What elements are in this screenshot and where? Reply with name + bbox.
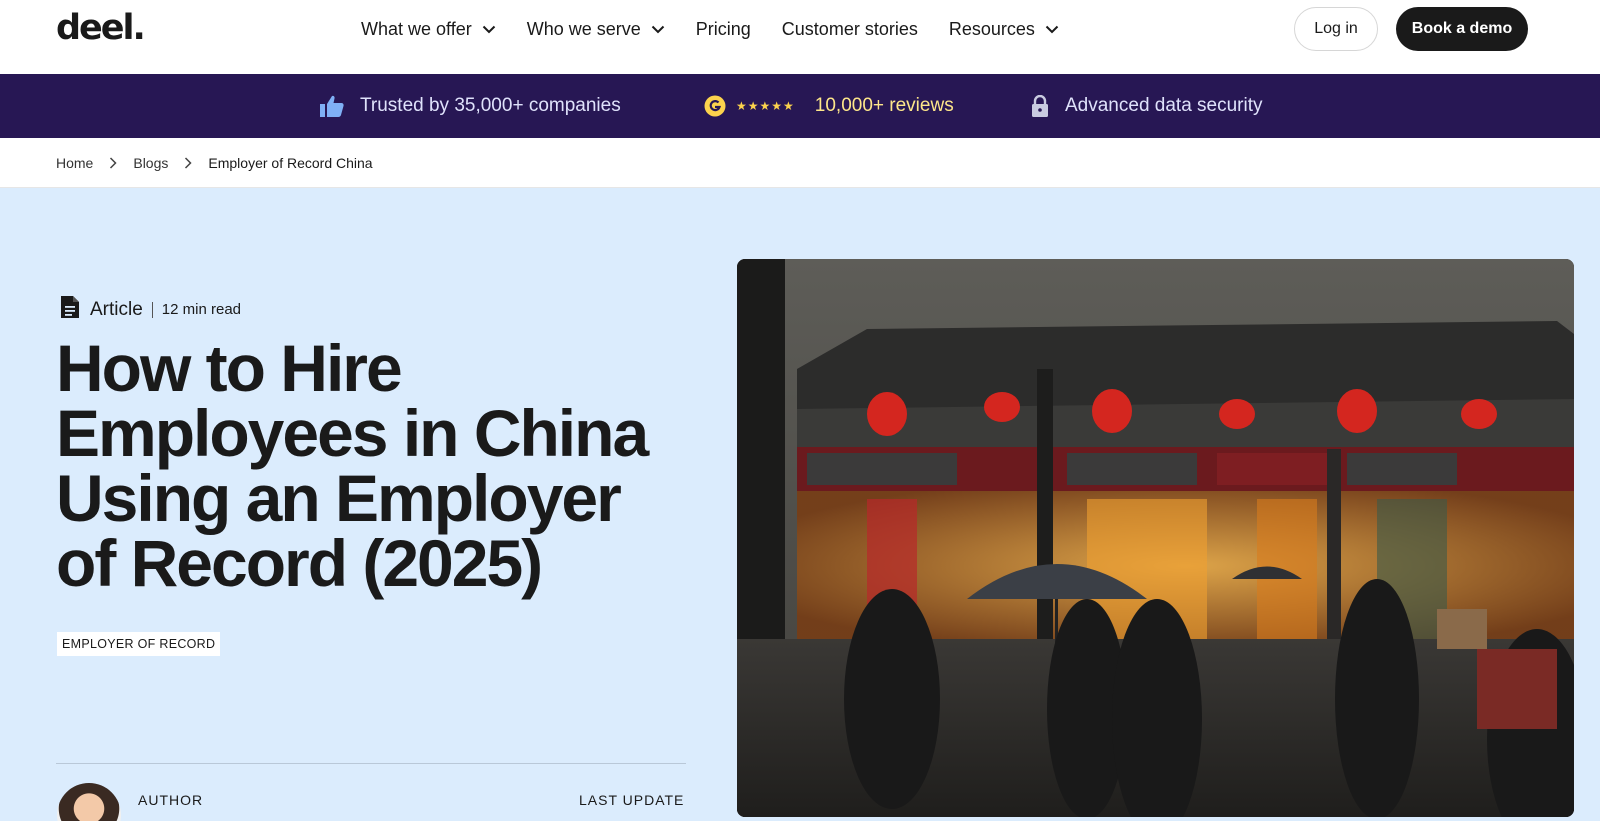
menu-item-customer-stories[interactable]: Customer stories <box>782 19 918 40</box>
chevron-right-icon <box>184 156 192 169</box>
breadcrumb: Home Blogs Employer of Record China <box>0 138 1600 188</box>
deel-logo[interactable]: deel. <box>56 8 146 48</box>
divider <box>56 763 686 764</box>
trust-companies-text: Trusted by 35,000+ companies <box>360 95 621 116</box>
thumbs-up-icon <box>320 95 344 117</box>
chevron-down-icon <box>482 25 495 33</box>
last-update-label: LAST UPDATE <box>579 792 685 808</box>
g2-logo-icon <box>704 95 726 117</box>
main-menu: What we offer Who we serve Pricing Custo… <box>361 0 1090 58</box>
page-title: How to Hire Employees in China Using an … <box>56 331 649 600</box>
menu-item-who-we-serve[interactable]: Who we serve <box>527 19 665 40</box>
menu-item-resources[interactable]: Resources <box>949 19 1059 40</box>
lock-icon <box>1031 95 1049 117</box>
chevron-down-icon <box>651 25 664 33</box>
breadcrumb-blogs[interactable]: Blogs <box>133 155 168 171</box>
article-type: Article <box>90 298 143 320</box>
hero-image <box>737 259 1574 817</box>
read-time: 12 min read <box>161 301 242 318</box>
trust-security-text: Advanced data security <box>1065 95 1263 116</box>
category-tag[interactable]: EMPLOYER OF RECORD <box>57 632 221 656</box>
trust-reviews-text: 10,000+ reviews <box>814 95 954 116</box>
chevron-right-icon <box>109 156 117 169</box>
top-navigation: deel. What we offer Who we serve Pricing… <box>0 0 1600 74</box>
article-meta: Article 12 min read <box>60 295 241 324</box>
menu-item-label: What we offer <box>361 18 472 39</box>
menu-item-label: Customer stories <box>781 18 918 39</box>
trust-security: Advanced data security <box>1031 74 1263 138</box>
trust-reviews[interactable]: ★★★★★ 10,000+ reviews <box>704 74 954 138</box>
menu-item-label: Resources <box>948 18 1035 39</box>
author-avatar[interactable] <box>57 783 121 821</box>
breadcrumb-current: Employer of Record China <box>208 154 373 171</box>
meta-divider <box>151 301 153 318</box>
menu-item-what-we-offer[interactable]: What we offer <box>361 19 496 40</box>
trust-bar: Trusted by 35,000+ companies ★★★★★ 10,00… <box>0 74 1600 138</box>
chevron-down-icon <box>1045 25 1059 33</box>
document-icon <box>60 295 80 324</box>
rating-stars: ★★★★★ <box>736 99 795 113</box>
login-button[interactable]: Log in <box>1294 7 1378 51</box>
trust-companies: Trusted by 35,000+ companies <box>320 74 621 138</box>
breadcrumb-home[interactable]: Home <box>56 155 93 171</box>
menu-item-label: Pricing <box>695 18 751 39</box>
book-demo-button[interactable]: Book a demo <box>1396 7 1528 51</box>
menu-item-pricing[interactable]: Pricing <box>696 19 751 40</box>
author-label: AUTHOR <box>138 792 204 808</box>
menu-item-label: Who we serve <box>526 18 641 39</box>
